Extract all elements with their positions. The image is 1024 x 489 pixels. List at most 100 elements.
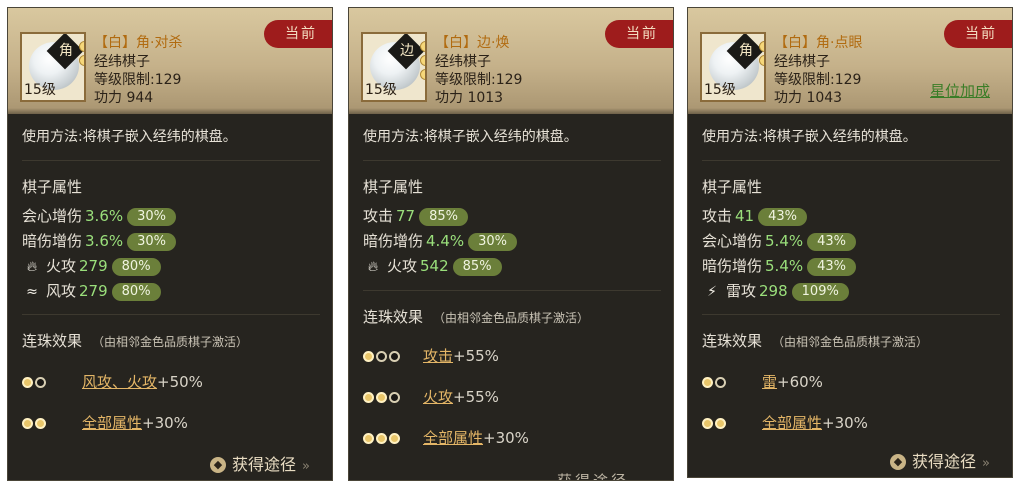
- bead-icons: [702, 414, 762, 432]
- bead-filled-icon: [702, 418, 713, 429]
- item-icon-frame[interactable]: 角 15级: [20, 32, 86, 102]
- level-requirement: 等级限制:129: [435, 72, 523, 88]
- attribute-row: 暗伤增伤 4.4% 30%: [363, 230, 518, 252]
- socket-dot-icon: [420, 41, 425, 52]
- percent-badge: 30%: [127, 208, 177, 226]
- card-footer: ◆ 获得途径»: [8, 446, 332, 480]
- attribute-row: 会心增伤 5.4% 43%: [702, 230, 857, 252]
- item-title: 【白】角·点眼: [774, 35, 863, 51]
- obtain-button[interactable]: ◆ 获得途径»: [890, 448, 990, 472]
- socket-dots: [759, 41, 764, 69]
- star-position-bonus-link[interactable]: 星位加成: [930, 80, 990, 101]
- attribute-row: 暗伤增伤 5.4% 43%: [702, 255, 857, 277]
- bead-icons: [702, 373, 762, 391]
- bead-filled-icon: [376, 392, 387, 403]
- percent-badge: 30%: [468, 233, 518, 251]
- socket-dot-icon: [79, 41, 84, 52]
- bead-icons: [363, 429, 423, 447]
- divider: [22, 160, 320, 161]
- chain-link[interactable]: 全部属性: [423, 429, 483, 447]
- chain-link[interactable]: 全部属性: [82, 414, 142, 432]
- percent-badge: 85%: [419, 208, 469, 226]
- bead-filled-icon: [22, 418, 33, 429]
- chain-link[interactable]: 全部属性: [762, 414, 822, 432]
- divider: [702, 314, 1000, 315]
- item-type: 经纬棋子: [435, 54, 491, 70]
- item-title: 【白】角·对杀: [94, 35, 183, 51]
- chain-row: 全部属性+30%: [22, 412, 188, 434]
- bead-empty-icon: [35, 377, 46, 388]
- bead-empty-icon: [389, 392, 400, 403]
- chain-effect-title: 连珠效果 （由相邻金色品质棋子激活）: [702, 332, 929, 350]
- divider: [22, 314, 320, 315]
- obtain-button[interactable]: ◆ 获得途径»: [210, 451, 310, 475]
- attribute-row: 攻击 77 85%: [363, 205, 469, 227]
- attribute-row: ≈ 风攻 279 80%: [22, 280, 161, 302]
- divider: [363, 290, 661, 291]
- current-tag: 当前: [944, 20, 1012, 48]
- bead-filled-icon: [35, 418, 46, 429]
- item-level: 15级: [365, 82, 397, 98]
- usage-text: 使用方法:将棋子嵌入经纬的棋盘。: [22, 129, 237, 145]
- item-level: 15级: [24, 82, 56, 98]
- usage-text: 使用方法:将棋子嵌入经纬的棋盘。: [702, 129, 917, 145]
- current-tag: 当前: [264, 20, 332, 48]
- socket-dot-icon: [759, 41, 764, 52]
- double-chevron-icon: »: [982, 456, 990, 471]
- fire-icon: 🔥︎: [367, 259, 379, 275]
- item-icon-frame[interactable]: 边 15级: [361, 32, 427, 102]
- level-requirement: 等级限制:129: [94, 72, 182, 88]
- socket-dot-icon: [420, 69, 425, 80]
- level-requirement: 等级限制:129: [774, 72, 862, 88]
- obtain-icon: ◆: [210, 457, 227, 473]
- card-footer: 获得途径: [349, 466, 673, 480]
- bead-filled-icon: [715, 418, 726, 429]
- chain-link[interactable]: 攻击: [423, 347, 453, 365]
- obtain-button-cut[interactable]: 获得途径: [557, 470, 629, 480]
- badge-text: 角: [59, 43, 73, 59]
- fire-icon: 🔥︎: [26, 259, 38, 275]
- bead-filled-icon: [376, 433, 387, 444]
- percent-badge: 43%: [807, 258, 857, 276]
- divider: [702, 160, 1000, 161]
- badge-text: 边: [400, 43, 414, 59]
- chain-link[interactable]: 风攻、火攻: [82, 373, 157, 391]
- item-power: 功力 1013: [435, 90, 504, 106]
- item-type: 经纬棋子: [774, 54, 830, 70]
- bead-empty-icon: [376, 351, 387, 362]
- item-card-duisha: 角 15级 【白】角·对杀 经纬棋子 等级限制:129 功力 944 当前 使用…: [7, 7, 333, 481]
- chain-row: 雷+60%: [702, 371, 823, 393]
- item-card-huan: 边 15级 【白】边·焕 经纬棋子 等级限制:129 功力 1013 当前 使用…: [348, 7, 674, 481]
- percent-badge: 43%: [807, 233, 857, 251]
- chain-link[interactable]: 火攻: [423, 388, 453, 406]
- attribute-row: 🔥︎ 火攻 279 80%: [22, 255, 161, 277]
- item-icon-frame[interactable]: 角 15级: [700, 32, 766, 102]
- attributes-title: 棋子属性: [22, 178, 83, 196]
- item-power: 功力 944: [94, 90, 154, 106]
- badge-text: 角: [739, 43, 753, 59]
- item-card-dianyan: 角 15级 【白】角·点眼 经纬棋子 等级限制:129 功力 1043 当前 星…: [687, 7, 1013, 478]
- percent-badge: 80%: [111, 283, 161, 301]
- card-footer: ◆ 获得途径»: [688, 443, 1012, 477]
- item-type: 经纬棋子: [94, 54, 150, 70]
- current-tag: 当前: [605, 20, 673, 48]
- attribute-row: ⚡︎ 雷攻 298 109%: [702, 280, 849, 302]
- attributes-title: 棋子属性: [702, 178, 763, 196]
- attribute-row: 攻击 41 43%: [702, 205, 808, 227]
- usage-text: 使用方法:将棋子嵌入经纬的棋盘。: [363, 129, 578, 145]
- bead-filled-icon: [363, 433, 374, 444]
- attribute-row: 🔥︎ 火攻 542 85%: [363, 255, 502, 277]
- obtain-icon: ◆: [890, 454, 907, 470]
- divider: [363, 160, 661, 161]
- bead-filled-icon: [702, 377, 713, 388]
- percent-badge: 85%: [452, 258, 502, 276]
- item-title: 【白】边·焕: [435, 35, 510, 51]
- card-header: 角 15级 【白】角·对杀 经纬棋子 等级限制:129 功力 944 当前: [8, 8, 332, 114]
- lightning-icon: ⚡︎: [707, 284, 717, 300]
- chain-row: 攻击+55%: [363, 345, 499, 367]
- chain-link[interactable]: 雷: [762, 373, 777, 391]
- percent-badge: 109%: [791, 283, 849, 301]
- bead-filled-icon: [389, 433, 400, 444]
- bead-filled-icon: [363, 351, 374, 362]
- socket-dots: [79, 41, 84, 69]
